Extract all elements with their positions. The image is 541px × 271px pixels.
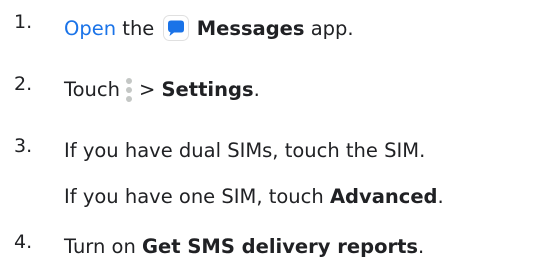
advanced-label: Advanced bbox=[329, 185, 438, 208]
step-3-text-c: . bbox=[437, 185, 444, 208]
step-2-text-b: . bbox=[253, 78, 260, 101]
open-link[interactable]: Open bbox=[64, 17, 116, 40]
sms-delivery-reports-label: Get SMS delivery reports bbox=[142, 235, 419, 258]
step-4-text: Turn on Get SMS delivery reports. bbox=[64, 235, 424, 259]
step-3-text-b: If you have one SIM, touch bbox=[64, 185, 324, 208]
step-number-2: 2. bbox=[14, 73, 33, 95]
instruction-steps: 1. Open the Messages app. 2. Touch > Set… bbox=[0, 0, 541, 271]
menu-separator: > bbox=[138, 78, 156, 101]
step-number-3: 3. bbox=[14, 135, 33, 157]
settings-label: Settings bbox=[161, 78, 254, 101]
step-2-text-a: Touch bbox=[64, 78, 120, 101]
step-number-1: 1. bbox=[14, 11, 33, 33]
step-1-text: Open the Messages app. bbox=[64, 15, 354, 41]
step-3-second-line: If you have one SIM, touch Advanced. bbox=[64, 185, 444, 209]
step-1-text-a: the bbox=[122, 17, 155, 40]
step-2-text: Touch > Settings. bbox=[64, 77, 260, 103]
messages-app-name: Messages bbox=[196, 17, 305, 40]
step-1-text-b: app. bbox=[310, 17, 354, 40]
step-4-text-a: Turn on bbox=[64, 235, 136, 258]
step-3-text-a: If you have dual SIMs, touch the SIM. bbox=[64, 139, 426, 162]
messages-app-icon bbox=[162, 15, 189, 41]
more-vertical-icon bbox=[124, 77, 134, 103]
step-4-text-b: . bbox=[418, 235, 425, 258]
step-number-4: 4. bbox=[14, 231, 33, 253]
